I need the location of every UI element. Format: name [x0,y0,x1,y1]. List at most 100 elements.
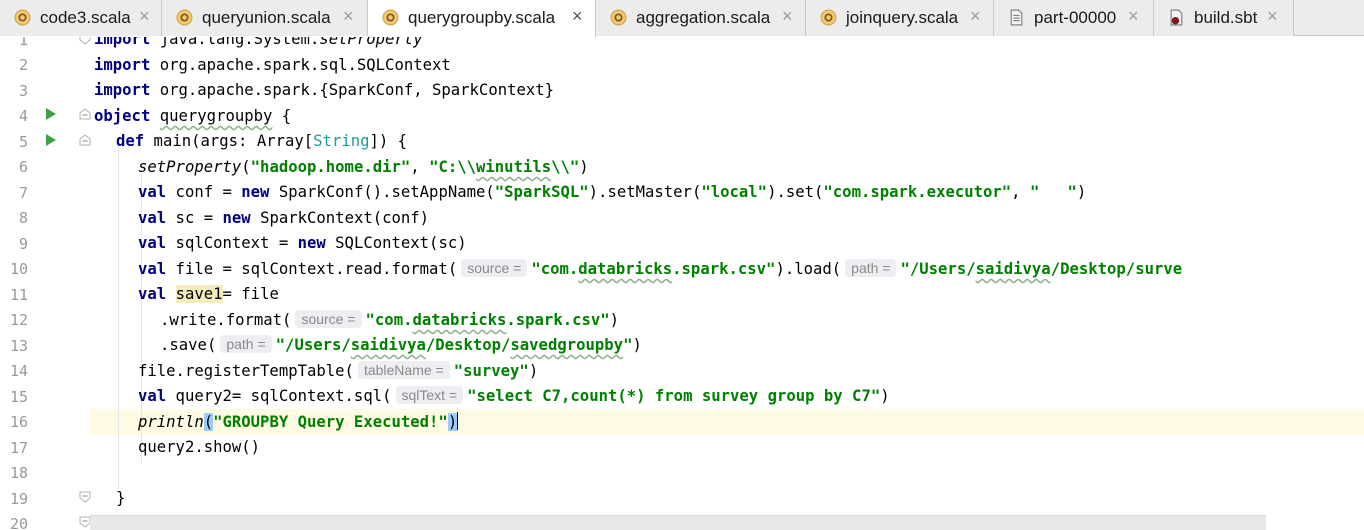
code-text: ) [1076,183,1087,201]
code-text: = file [222,285,279,303]
string-literal: savedgroupby [510,336,624,354]
keyword: import [94,81,151,99]
line-number: 17 [9,439,28,457]
fold-end-icon[interactable] [79,37,91,45]
fold-start-icon[interactable] [79,134,91,146]
code-text: main(args: Array[ [144,132,314,150]
scala-object-icon [820,9,837,26]
code-text: ) [528,362,539,380]
run-icon[interactable] [45,107,57,121]
fold-start-icon[interactable] [79,108,91,120]
string-literal: .spark.csv" [506,311,610,329]
string-literal: databricks [412,311,507,329]
code-line-12: .write.format(source = "com.databricks.sp… [160,307,619,333]
close-icon[interactable]: × [572,6,583,27]
tab-label: joinquery.scala [846,8,959,27]
code-line-3: import org.apache.spark.{SparkConf, Spar… [94,77,554,103]
code-text: SparkContext(conf) [250,209,430,227]
code-text: ).load( [775,260,842,278]
close-icon[interactable]: × [782,6,793,27]
code-text: query2.show() [138,438,261,456]
function-call: println [138,413,204,431]
keyword: def [116,132,145,150]
text-caret [457,412,459,430]
keyword: val [138,260,167,278]
string-literal: "com. [365,311,413,329]
tab-build-sbt[interactable]: build.sbt × [1154,0,1294,36]
keyword: import [94,37,151,48]
scala-object-icon [610,9,627,26]
scala-object-icon [382,9,399,26]
string-literal: "/Users/ [275,336,351,354]
line-number: 2 [18,56,28,74]
line-number: 14 [9,362,28,380]
horizontal-scrollbar[interactable] [90,515,1266,530]
code-line-1: import java.lang.System.setProperty [94,37,423,52]
tab-label: queryunion.scala [202,8,331,27]
tab-joinquery-scala[interactable]: joinquery.scala × [806,0,994,36]
string-literal: "select C7,count(*) from survey group by… [467,387,881,405]
close-icon[interactable]: × [1267,6,1278,27]
code-line-9: val sqlContext = new SQLContext(sc) [138,230,467,256]
fold-end-icon[interactable] [79,491,91,503]
tab-label: code3.scala [40,8,131,27]
line-number: 8 [18,209,28,227]
object-name: querygroupby [159,107,273,125]
code-text: org.apache.spark.{SparkConf, SparkContex… [150,81,555,99]
code-text: } [116,489,126,507]
code-text: { [272,107,292,125]
string-literal: saidivya [350,336,426,354]
code-line-6: setProperty("hadoop.home.dir", "C:\\winu… [138,154,589,180]
string-literal: "com.spark.executor" [823,183,1012,201]
close-icon[interactable]: × [1128,6,1139,27]
code-text: conf = [166,183,242,201]
close-icon[interactable]: × [970,6,981,27]
code-text: .write.format( [160,311,292,329]
tab-label: build.sbt [1194,8,1258,27]
string-literal: winutils [476,158,552,176]
run-icon[interactable] [45,133,57,147]
code-editor[interactable]: 1 2 3 4 5 6 7 8 9 10 11 12 13 14 15 16 1… [0,37,1364,530]
tab-aggregation-scala[interactable]: aggregation.scala × [596,0,806,36]
code-text: ) [609,311,620,329]
line-number: 20 [9,515,28,530]
line-number: 10 [9,260,28,278]
sbt-file-icon [1170,9,1183,26]
code-line-8: val sc = new SparkContext(conf) [138,205,429,231]
close-icon[interactable]: × [139,6,150,27]
tab-querygroupby-scala[interactable]: querygroupby.scala × [368,0,596,37]
code-text: .save( [160,336,217,354]
parameter-hint: sqlText = [395,386,464,404]
indent-guide [118,147,119,489]
tab-code3-scala[interactable]: code3.scala × [0,0,162,36]
code-text: ]) { [369,132,408,150]
tab-part-00000[interactable]: part-00000 × [994,0,1154,36]
line-number: 11 [9,286,28,304]
close-icon[interactable]: × [343,6,354,27]
code-text: query2= sqlContext.sql( [166,387,392,405]
code-text: SparkConf().setAppName( [269,183,495,201]
string-literal: .spark.csv" [672,260,776,278]
keyword: val [138,209,167,227]
tab-queryunion-scala[interactable]: queryunion.scala × [162,0,368,36]
line-number: 1 [18,37,28,49]
keyword: val [138,285,167,303]
line-number: 15 [9,388,28,406]
line-number: 5 [18,133,28,151]
line-number: 12 [9,311,28,329]
line-number: 3 [18,82,28,100]
code-line-14: file.registerTempTable(tableName = "surve… [138,358,538,384]
code-line-10: val file = sqlContext.read.format(source… [138,256,1182,282]
keyword: new [297,234,326,252]
string-literal: \\" [551,158,580,176]
keyword: val [138,234,167,252]
parameter-hint: source = [461,259,528,277]
parameter-hint: path = [845,259,897,277]
line-number: 16 [9,413,28,431]
string-literal: "/Users/ [900,260,976,278]
keyword: val [138,183,167,201]
code-text: SQLContext(sc) [325,234,467,252]
code-line-4: object querygroupby { [94,103,291,129]
parameter-hint: source = [295,310,362,328]
